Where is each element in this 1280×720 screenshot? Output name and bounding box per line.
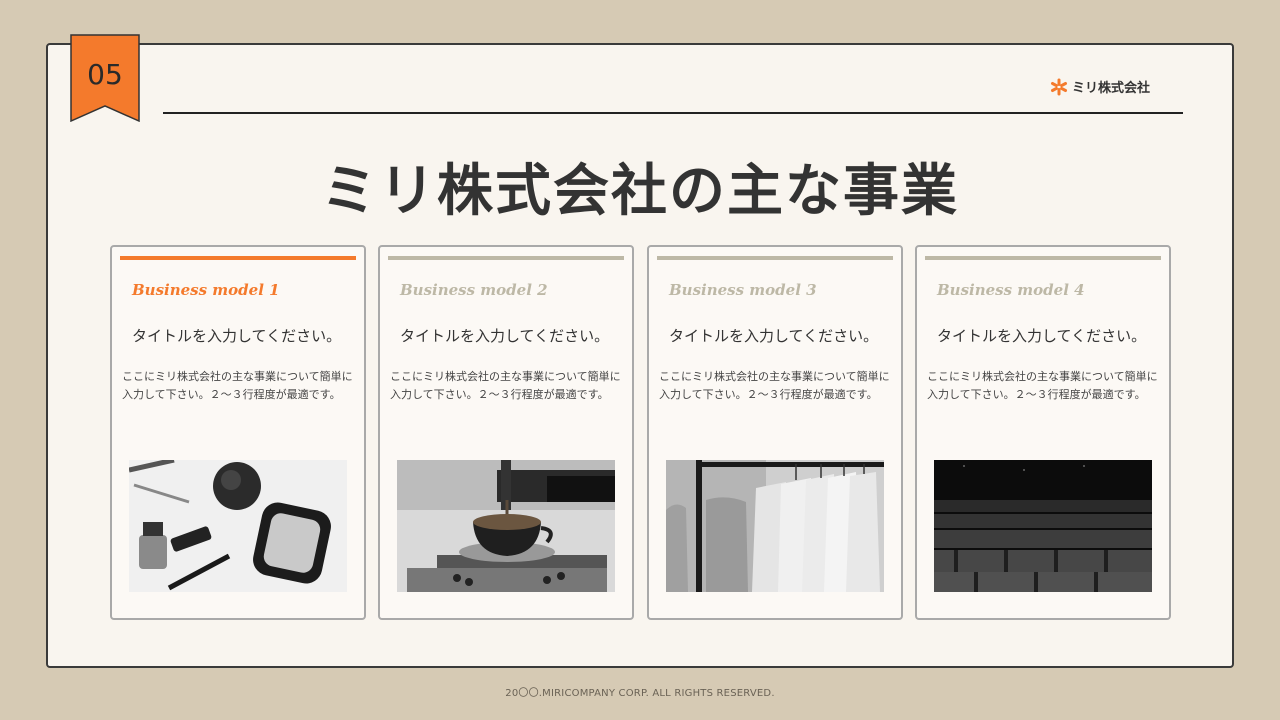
- theater-seats-photo: [934, 460, 1152, 592]
- shirts-rack-photo: [666, 460, 884, 592]
- card-accent-bar: [388, 256, 624, 260]
- business-card-1: Business model 1 タイトルを入力してください。 ここにミリ株式会…: [110, 245, 366, 620]
- card-title: タイトルを入力してください。: [132, 327, 342, 345]
- company-logo: ミリ株式会社: [1050, 77, 1150, 96]
- page-number: 05: [87, 58, 123, 91]
- asterisk-logo-icon: [1051, 78, 1067, 95]
- card-accent-bar: [120, 256, 356, 260]
- espresso-photo: [397, 460, 615, 592]
- header-divider: [163, 112, 1183, 114]
- card-description: ここにミリ株式会社の主な事業について簡単に入力して下さい。２〜３行程度が最適です…: [390, 370, 621, 401]
- business-card-3: Business model 3 タイトルを入力してください。 ここにミリ株式会…: [647, 245, 903, 620]
- card-title: タイトルを入力してください。: [400, 327, 610, 345]
- copyright-footer: 20〇〇.MIRICOMPANY CORP. ALL RIGHTS RESERV…: [505, 688, 775, 699]
- card-accent-bar: [657, 256, 893, 260]
- card-description: ここにミリ株式会社の主な事業について簡単に入力して下さい。２〜３行程度が最適です…: [927, 370, 1158, 401]
- card-model-label: Business model 4: [937, 281, 1085, 299]
- card-title: タイトルを入力してください。: [937, 327, 1147, 345]
- card-description: ここにミリ株式会社の主な事業について簡単に入力して下さい。２〜３行程度が最適です…: [122, 370, 353, 401]
- card-accent-bar: [925, 256, 1161, 260]
- card-title: タイトルを入力してください。: [669, 327, 879, 345]
- company-logo-text: ミリ株式会社: [1072, 81, 1151, 96]
- card-description: ここにミリ株式会社の主な事業について簡単に入力して下さい。２〜３行程度が最適です…: [659, 370, 890, 401]
- business-card-2: Business model 2 タイトルを入力してください。 ここにミリ株式会…: [378, 245, 634, 620]
- business-card-4: Business model 4 タイトルを入力してください。 ここにミリ株式会…: [915, 245, 1171, 620]
- cosmetics-photo: [129, 460, 347, 592]
- card-model-label: Business model 1: [132, 281, 280, 299]
- card-model-label: Business model 3: [669, 281, 817, 299]
- card-model-label: Business model 2: [400, 281, 548, 299]
- page-title: ミリ株式会社の主な事業: [321, 159, 959, 224]
